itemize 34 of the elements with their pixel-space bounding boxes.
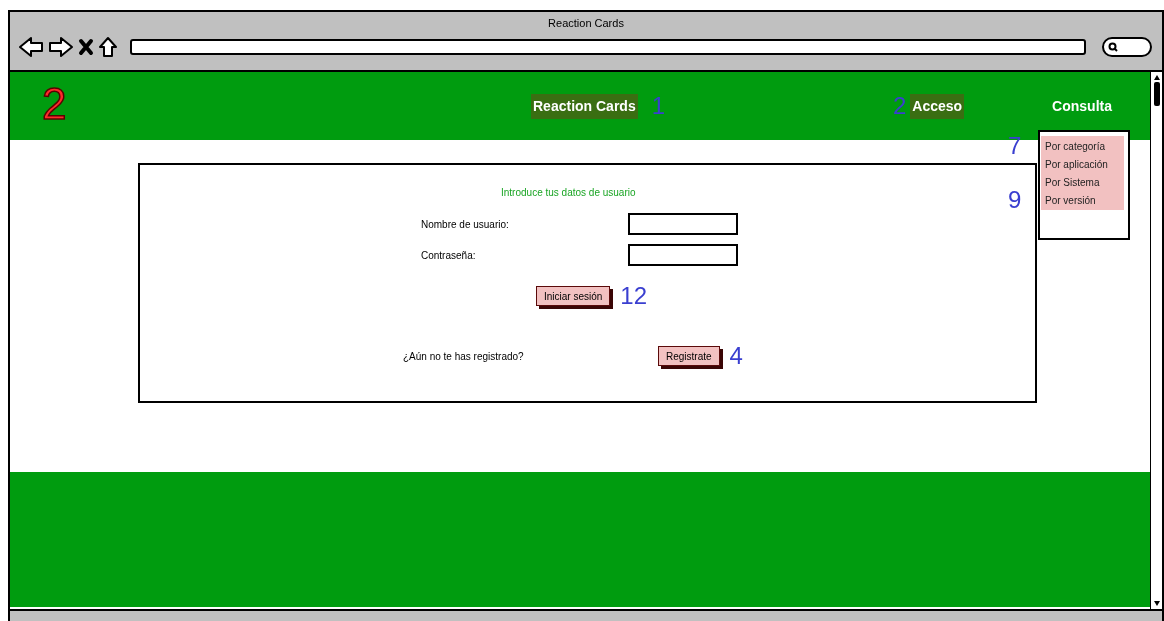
scroll-down-icon[interactable] <box>1152 600 1161 607</box>
annotation-number: 12 <box>620 284 648 308</box>
menu-item[interactable]: Por categoría <box>1045 138 1106 154</box>
field-label: Nombre de usuario: <box>421 217 510 232</box>
annotation-number: 7 <box>1008 134 1022 158</box>
menu-item[interactable]: Por versión <box>1045 192 1096 208</box>
brand-link[interactable]: Reaction Cards <box>531 93 638 119</box>
menu-item[interactable]: Por aplicación <box>1045 156 1108 172</box>
scroll-up-icon[interactable] <box>1152 74 1161 81</box>
annotation-number: 1 <box>651 94 666 118</box>
scroll-thumb[interactable] <box>1153 82 1160 106</box>
back-arrow-icon[interactable] <box>18 35 44 58</box>
input-field[interactable] <box>628 213 738 235</box>
annotation-number: 9 <box>1008 188 1022 212</box>
search-field[interactable] <box>1102 36 1152 57</box>
menu-item[interactable]: Por Sistema <box>1045 174 1100 190</box>
scrollbar[interactable] <box>1150 72 1162 609</box>
register-button[interactable]: Registrate <box>658 346 720 366</box>
close-icon[interactable] <box>78 37 94 56</box>
register-prompt: ¿Aún no te has registrado? <box>403 349 525 364</box>
home-icon[interactable] <box>98 35 118 58</box>
input-field[interactable] <box>628 244 738 266</box>
window-title: Reaction Cards <box>548 16 624 31</box>
forward-arrow-icon[interactable] <box>48 35 74 58</box>
annotation-number: 2 <box>42 82 67 126</box>
address-bar[interactable] <box>130 38 1086 55</box>
login-button[interactable]: Iniciar sesión <box>536 286 611 306</box>
nav-link[interactable]: Acceso <box>910 93 965 119</box>
form-heading: Introduce tus datos de usuario <box>501 187 636 198</box>
field-label: Contraseña: <box>421 248 477 263</box>
annotation-number: 4 <box>729 344 743 368</box>
search-icon <box>1108 41 1118 52</box>
nav-link[interactable]: Consulta <box>1050 93 1114 119</box>
annotation-number: 2 <box>892 94 907 118</box>
